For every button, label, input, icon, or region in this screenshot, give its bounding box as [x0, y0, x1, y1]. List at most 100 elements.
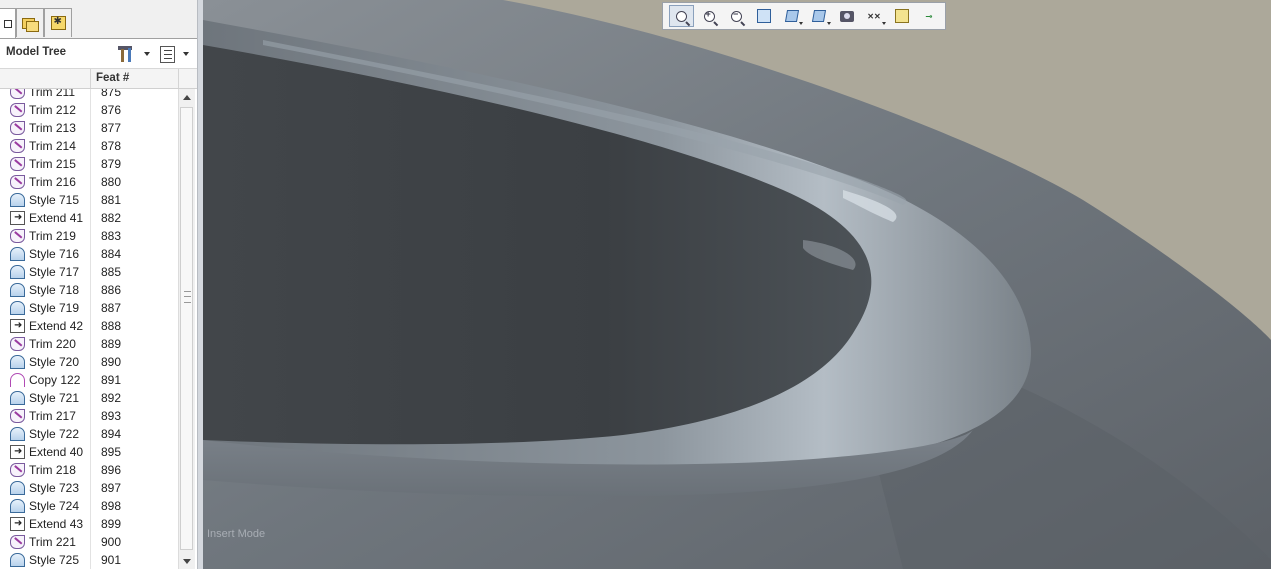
model-tree-tab[interactable]	[0, 8, 16, 38]
scroll-down-button[interactable]	[179, 553, 195, 569]
feature-name: Style 716	[29, 247, 80, 261]
style-feature-icon	[10, 391, 25, 405]
column-header-feat[interactable]: Feat #	[96, 72, 129, 84]
folder-browser-tab[interactable]	[16, 8, 44, 37]
model-tree: Trim 211 875 Trim 212 876 Trim 213 877 Trim 21…	[0, 89, 178, 569]
style-feature-icon	[10, 499, 25, 513]
extend-feature-icon	[10, 317, 25, 335]
model-tree-header: Model Tree	[0, 39, 199, 69]
tree-row[interactable]: Trim 217 893	[0, 407, 178, 425]
feature-name: Trim 218	[29, 463, 76, 477]
feature-name: Style 720	[29, 355, 80, 369]
folder-icon	[22, 16, 39, 32]
tree-row[interactable]: Style 719 887	[0, 299, 178, 317]
navigator-panel: Model Tree Feat # Trim 211 875 Trim 212 876…	[0, 0, 199, 569]
feature-name: Style 719	[29, 301, 80, 315]
datum-display-button[interactable]: ✕✕	[862, 5, 887, 27]
zoom-in-button[interactable]: +	[697, 5, 722, 27]
trim-feature-icon	[10, 337, 25, 351]
list-icon	[160, 45, 175, 63]
trim-feature-icon	[10, 175, 25, 189]
style-feature-icon	[10, 427, 25, 441]
tree-row[interactable]: Trim 218 896	[0, 461, 178, 479]
display-style-button[interactable]	[779, 5, 804, 27]
feature-name: Style 724	[29, 499, 80, 513]
feature-number: 891	[101, 373, 122, 387]
spin-center-button[interactable]	[889, 5, 914, 27]
zoom-out-button[interactable]: −	[724, 5, 749, 27]
tree-row[interactable]: Style 721 892	[0, 389, 178, 407]
tree-row[interactable]: Copy 122 891	[0, 371, 178, 389]
tree-row[interactable]: Trim 216 880	[0, 173, 178, 191]
tree-row[interactable]: Style 715 881	[0, 191, 178, 209]
tree-row[interactable]: Extend 42 888	[0, 317, 178, 335]
tree-row[interactable]: Style 725 901	[0, 551, 178, 569]
style-feature-icon	[10, 553, 25, 567]
feature-name: Trim 214	[29, 139, 76, 153]
tree-row[interactable]: Style 724 898	[0, 497, 178, 515]
feature-number: 881	[101, 193, 122, 207]
annotation-icon: ⊸	[925, 11, 933, 21]
feature-number: 887	[101, 301, 122, 315]
feature-number: 879	[101, 157, 122, 171]
tree-row[interactable]: Trim 215 879	[0, 155, 178, 173]
tree-row[interactable]: Trim 214 878	[0, 137, 178, 155]
repaint-button[interactable]	[752, 5, 777, 27]
feature-name: Trim 212	[29, 103, 76, 117]
tree-row[interactable]: Style 718 886	[0, 281, 178, 299]
chevron-down-icon	[881, 22, 886, 25]
feature-number: 901	[101, 553, 122, 567]
tree-row[interactable]: Style 716 884	[0, 245, 178, 263]
feature-name: Trim 216	[29, 175, 76, 189]
scroll-up-button[interactable]	[179, 89, 195, 105]
tree-row[interactable]: Trim 213 877	[0, 119, 178, 137]
feature-name: Style 717	[29, 265, 80, 279]
tree-scrollbar[interactable]	[178, 89, 195, 569]
favorites-tab[interactable]	[44, 8, 72, 37]
tree-row[interactable]: Style 717 885	[0, 263, 178, 281]
feature-number: 889	[101, 337, 122, 351]
chevron-down-icon	[826, 22, 831, 25]
feature-name: Copy 122	[29, 373, 81, 387]
tree-row[interactable]: Extend 40 895	[0, 443, 178, 461]
model-surface-render	[203, 0, 1271, 569]
tree-row[interactable]: Extend 43 899	[0, 515, 178, 533]
feature-number: 880	[101, 175, 122, 189]
tree-row[interactable]: Trim 221 900	[0, 533, 178, 551]
feature-number: 886	[101, 283, 122, 297]
feature-number: 894	[101, 427, 122, 441]
column-separator[interactable]	[178, 69, 179, 88]
tree-row[interactable]: Trim 219 883	[0, 227, 178, 245]
tree-row[interactable]: Trim 212 876	[0, 101, 178, 119]
copy-feature-icon	[10, 373, 25, 387]
trim-feature-icon	[10, 535, 25, 549]
tree-row[interactable]: Extend 41 882	[0, 209, 178, 227]
style-feature-icon	[10, 283, 25, 297]
feature-number: 876	[101, 103, 122, 117]
feature-number: 883	[101, 229, 122, 243]
refit-button[interactable]	[669, 5, 694, 27]
tree-row[interactable]: Style 722 894	[0, 425, 178, 443]
feature-number: 897	[101, 481, 122, 495]
show-dropdown-button[interactable]	[160, 44, 196, 64]
feature-number: 895	[101, 445, 122, 459]
scroll-thumb[interactable]	[180, 107, 193, 550]
settings-dropdown-button[interactable]	[116, 44, 154, 64]
tree-row[interactable]: Style 723 897	[0, 479, 178, 497]
feature-name: Extend 41	[29, 211, 84, 225]
annotation-display-button[interactable]: ⊸	[917, 5, 942, 27]
tree-row[interactable]: Style 720 890	[0, 353, 178, 371]
feature-number: 882	[101, 211, 122, 225]
feature-number: 899	[101, 517, 122, 531]
graphics-viewport[interactable]: Insert Mode + − ✕✕ ⊸	[203, 0, 1271, 569]
saved-views-button[interactable]	[807, 5, 832, 27]
column-separator[interactable]	[90, 69, 91, 88]
view-manager-button[interactable]	[834, 5, 859, 27]
tree-row[interactable]: Trim 211 875	[0, 89, 178, 101]
model-tree-title: Model Tree	[6, 46, 67, 58]
insert-mode-label: Insert Mode	[207, 528, 266, 540]
tree-row[interactable]: Trim 220 889	[0, 335, 178, 353]
extend-feature-icon	[10, 443, 25, 461]
feature-number: 890	[101, 355, 122, 369]
feature-name: Trim 219	[29, 229, 76, 243]
